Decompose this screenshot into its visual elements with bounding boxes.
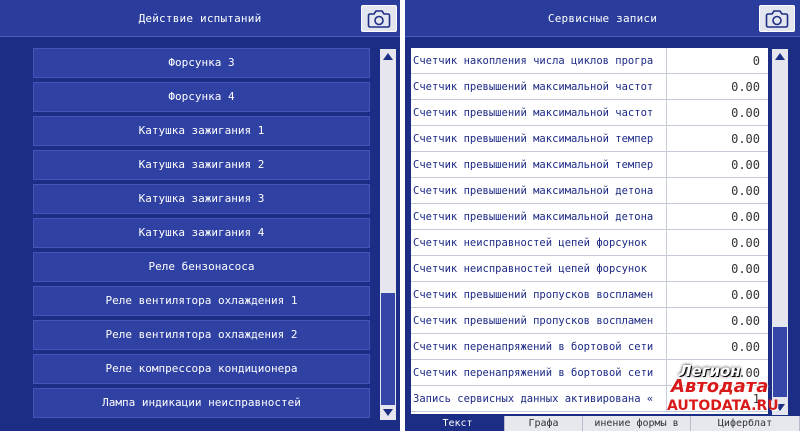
- test-actions-title: Действие испытаний: [138, 12, 262, 25]
- record-value: 0.00: [731, 80, 760, 94]
- record-label: Счетчик превышений максимальной темпер: [413, 159, 654, 171]
- record-value: 0.00: [731, 314, 760, 328]
- watermark-line2: Автодата: [671, 376, 769, 397]
- table-row[interactable]: Счетчик превышений максимальной детона 0.…: [411, 204, 768, 230]
- record-value: 0.00: [731, 262, 760, 276]
- test-button-mil-lamp[interactable]: Лампа индикации неисправностей: [33, 388, 370, 418]
- record-label: Счетчик превышений пропусков воспламен: [413, 315, 654, 327]
- screenshot-button[interactable]: [361, 5, 397, 32]
- record-label: Счетчик перенапряжений в бортовой сети: [413, 367, 654, 379]
- camera-icon: [765, 10, 789, 28]
- record-label: Счетчик перенапряжений в бортовой сети: [413, 341, 654, 353]
- view-mode-tabs: Текст Графа инение формы в Циферблат: [411, 416, 800, 431]
- record-label: Счетчик превышений максимальной частот: [413, 81, 654, 93]
- table-row[interactable]: Счетчик накопления числа циклов програ 0: [411, 48, 768, 74]
- record-label: Счетчик превышений максимальной частот: [413, 107, 654, 119]
- record-label: Счетчик превышений максимальной детона: [413, 211, 654, 223]
- test-button-ignition-coil-1[interactable]: Катушка зажигания 1: [33, 116, 370, 146]
- test-actions-header: Действие испытаний: [0, 0, 400, 37]
- scroll-thumb[interactable]: [381, 293, 395, 405]
- test-button-ignition-coil-2[interactable]: Катушка зажигания 2: [33, 150, 370, 180]
- tab-graph[interactable]: Графа: [505, 416, 583, 431]
- record-value: 0.00: [731, 106, 760, 120]
- autodata-watermark: Легион Автодата AUTODATA.RU: [665, 358, 795, 416]
- record-label: Счетчик неисправностей цепей форсунок: [413, 263, 647, 275]
- tab-waveform[interactable]: инение формы в: [583, 416, 691, 431]
- screenshot-button[interactable]: [759, 5, 795, 32]
- record-value: 0.00: [731, 158, 760, 172]
- test-actions-list: Форсунка 3 Форсунка 4 Катушка зажигания …: [33, 48, 370, 422]
- record-label: Счетчик накопления числа циклов програ: [413, 55, 654, 67]
- tab-dial[interactable]: Циферблат: [691, 416, 800, 431]
- record-label: Счетчик неисправностей цепей форсунок: [413, 237, 647, 249]
- scroll-down-icon[interactable]: [382, 407, 394, 418]
- record-value: 0.00: [731, 236, 760, 250]
- camera-icon: [367, 10, 391, 28]
- test-actions-panel: Действие испытаний Форсунка 3 Форсунка 4…: [0, 0, 400, 431]
- table-row[interactable]: Счетчик превышений максимальной частот 0.…: [411, 74, 768, 100]
- table-row[interactable]: Счетчик превышений пропусков воспламен 0.…: [411, 282, 768, 308]
- test-button-cooling-fan-relay-2[interactable]: Реле вентилятора охлаждения 2: [33, 320, 370, 350]
- test-button-ignition-coil-4[interactable]: Катушка зажигания 4: [33, 218, 370, 248]
- service-records-header: Сервисные записи: [405, 0, 800, 37]
- record-label: Счетчик превышений пропусков воспламен: [413, 289, 654, 301]
- table-row[interactable]: Счетчик неисправностей цепей форсунок 0.0…: [411, 256, 768, 282]
- test-button-cooling-fan-relay-1[interactable]: Реле вентилятора охлаждения 1: [33, 286, 370, 316]
- tab-text[interactable]: Текст: [411, 416, 505, 431]
- table-row[interactable]: Счетчик неисправностей цепей форсунок 0.0…: [411, 230, 768, 256]
- record-label: Запись сервисных данных активирована «: [413, 393, 654, 405]
- record-value: 0.00: [731, 184, 760, 198]
- record-label: Счетчик превышений максимальной темпер: [413, 133, 654, 145]
- record-value: 0: [752, 54, 760, 68]
- table-row[interactable]: Счетчик превышений максимальной темпер 0.…: [411, 126, 768, 152]
- record-value: 0.00: [731, 288, 760, 302]
- test-button-fuel-pump-relay[interactable]: Реле бензонасоса: [33, 252, 370, 282]
- table-row[interactable]: Счетчик превышений максимальной темпер 0.…: [411, 152, 768, 178]
- table-row[interactable]: Счетчик превышений максимальной детона 0.…: [411, 178, 768, 204]
- record-value: 0.00: [731, 210, 760, 224]
- service-records-title: Сервисные записи: [547, 12, 658, 25]
- test-button-injector-4[interactable]: Форсунка 4: [33, 82, 370, 112]
- test-button-ignition-coil-3[interactable]: Катушка зажигания 3: [33, 184, 370, 214]
- table-row[interactable]: Счетчик превышений пропусков воспламен 0.…: [411, 308, 768, 334]
- test-button-ac-compressor-relay[interactable]: Реле компрессора кондиционера: [33, 354, 370, 384]
- record-value: 0.00: [731, 340, 760, 354]
- test-actions-scrollbar[interactable]: [380, 49, 396, 420]
- test-button-injector-3[interactable]: Форсунка 3: [33, 48, 370, 78]
- table-row[interactable]: Счетчик превышений максимальной частот 0.…: [411, 100, 768, 126]
- watermark-line3: AUTODATA.RU: [667, 398, 779, 414]
- scroll-up-icon[interactable]: [774, 51, 786, 62]
- record-label: Счетчик превышений максимальной детона: [413, 185, 654, 197]
- scroll-up-icon[interactable]: [382, 51, 394, 62]
- table-row[interactable]: Счетчик перенапряжений в бортовой сети 0.…: [411, 334, 768, 360]
- record-value: 0.00: [731, 132, 760, 146]
